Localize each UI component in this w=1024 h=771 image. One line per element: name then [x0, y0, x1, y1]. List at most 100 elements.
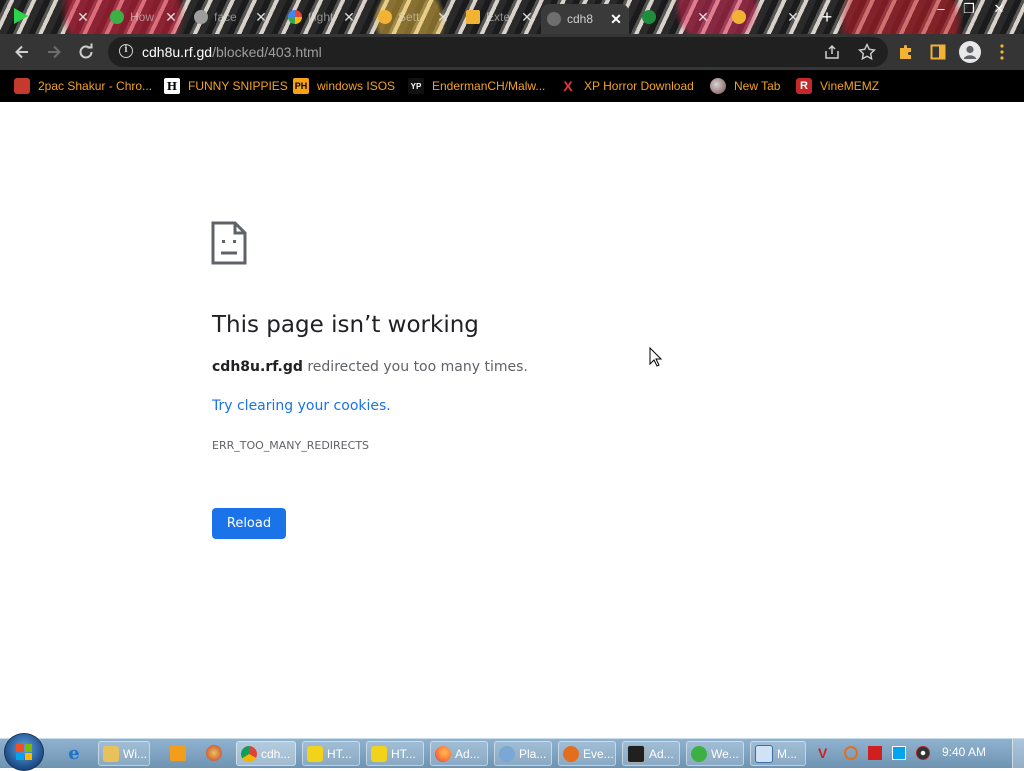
close-tab-icon[interactable]: ✕ — [76, 9, 90, 26]
tab-favicon-icon — [110, 10, 124, 24]
back-button[interactable] — [10, 40, 34, 64]
tab-title: Sett — [398, 10, 420, 24]
taskbar-item-label: Wi... — [123, 746, 147, 761]
tab-1[interactable]: ✕ — [34, 4, 96, 30]
address-bar[interactable]: i cdh8u.rf.gd/blocked/403.html — [108, 37, 888, 67]
taskbar-item-cmd[interactable]: Ad... — [622, 741, 680, 766]
taskbar-item-label: HT... — [391, 746, 416, 761]
url-path: /blocked/403.html — [212, 44, 322, 60]
tab-strip: ✕ How ✕ face ✕ flight ✕ Sett ✕ Exte ✕ cd… — [0, 0, 1024, 34]
error-message-text: redirected you too many times. — [307, 359, 528, 375]
sad-document-icon — [211, 221, 247, 265]
x-logo-icon: X — [563, 78, 573, 94]
bookmark-xp-horror[interactable]: X XP Horror Download — [560, 76, 694, 96]
tab-9[interactable]: ✕ — [726, 4, 806, 30]
media-player-icon[interactable] — [170, 745, 186, 761]
new-tab-button[interactable]: + — [814, 4, 840, 30]
forward-button[interactable] — [42, 40, 66, 64]
tab-8[interactable]: ✕ — [636, 4, 716, 30]
taskbar-item-help-1[interactable]: HT... — [302, 741, 360, 766]
taskbar-item-player[interactable]: Pla... — [494, 741, 552, 766]
error-message: cdh8u.rf.gd redirected you too many time… — [212, 359, 528, 375]
taskbar-item-label: Ad... — [455, 746, 480, 761]
close-tab-icon[interactable]: ✕ — [609, 11, 623, 28]
tab-5[interactable]: Sett ✕ — [372, 4, 456, 30]
bookmark-2pac-shakur[interactable]: 2pac Shakur - Chro... — [14, 76, 152, 96]
close-tab-icon[interactable]: ✕ — [520, 9, 534, 26]
window-icon — [755, 744, 773, 763]
close-tab-icon[interactable]: ✕ — [696, 9, 710, 26]
site-info-icon[interactable]: i — [119, 44, 133, 58]
taskbar-item-window[interactable]: M... — [750, 741, 806, 766]
bookmark-windows-isos[interactable]: PH windows ISOS — [293, 76, 395, 96]
tab-2[interactable]: How ✕ — [104, 4, 184, 30]
ph-logo-icon: PH — [293, 78, 309, 94]
bookmark-label: FUNNY SNIPPIES — [188, 79, 288, 93]
bookmark-funny-snippies[interactable]: H FUNNY SNIPPIES — [164, 76, 288, 96]
tab-4[interactable]: flight ✕ — [282, 4, 362, 30]
taskbar-item-event-viewer[interactable]: Eve... — [558, 741, 616, 766]
show-desktop-button[interactable] — [1012, 739, 1024, 769]
side-panel-icon — [930, 44, 946, 60]
extensions-button[interactable] — [894, 40, 918, 64]
tray-volume-icon[interactable] — [916, 746, 930, 760]
h-logo-icon: H — [164, 78, 180, 94]
share-icon[interactable] — [824, 44, 840, 60]
bookmark-new-tab[interactable]: New Tab — [710, 76, 780, 96]
tray-search-icon[interactable] — [844, 746, 858, 760]
settings-gear-icon — [378, 10, 392, 24]
chrome-menu-icon[interactable] — [14, 8, 28, 24]
taskbar-item-chrome[interactable]: cdh... — [236, 741, 296, 766]
tray-network-icon[interactable] — [892, 746, 906, 760]
maximize-button[interactable]: ❐ — [954, 0, 984, 18]
taskbar-clock[interactable]: 9:40 AM — [942, 745, 986, 759]
bookmark-star-icon[interactable] — [858, 43, 876, 61]
address-url[interactable]: cdh8u.rf.gd/blocked/403.html — [142, 44, 322, 60]
bookmark-vinememz[interactable]: R VineMEMZ — [796, 76, 879, 96]
tray-flag-icon[interactable] — [868, 746, 882, 760]
reload-button[interactable]: Reload — [212, 508, 286, 539]
clear-cookies-link[interactable]: Try clearing your cookies. — [212, 398, 391, 414]
player-icon — [499, 745, 515, 762]
tab-title: Exte — [486, 10, 511, 24]
tab-3[interactable]: face ✕ — [188, 4, 274, 30]
taskbar-item-label: We... — [711, 746, 739, 761]
tray-v-icon[interactable]: V — [818, 746, 832, 760]
reload-page-button[interactable] — [74, 40, 98, 64]
tab-title: How — [130, 10, 155, 24]
error-host: cdh8u.rf.gd — [212, 359, 303, 375]
folder-icon — [103, 745, 119, 762]
close-tab-icon[interactable]: ✕ — [164, 9, 178, 26]
bookmark-label: 2pac Shakur - Chro... — [38, 79, 153, 93]
bookmarks-bar: 2pac Shakur - Chro... H FUNNY SNIPPIES P… — [0, 70, 1024, 102]
windows-taskbar: e Wi... cdh... HT... HT... Ad... Pla... … — [0, 733, 1024, 771]
taskbar-item-web[interactable]: We... — [686, 741, 744, 766]
close-tab-icon[interactable]: ✕ — [342, 9, 356, 26]
tab-active[interactable]: cdh8 ✕ — [541, 4, 629, 34]
start-button[interactable] — [4, 733, 44, 771]
close-tab-icon[interactable]: ✕ — [436, 9, 450, 26]
taskbar-item-windows-explorer[interactable]: Wi... — [98, 741, 150, 766]
forward-arrow-icon — [48, 45, 61, 59]
bookmark-endermanch[interactable]: YP EndermanCH/Malw... — [408, 76, 545, 96]
url-host: cdh8u.rf.gd — [142, 44, 213, 60]
tab-favicon-icon — [732, 10, 746, 24]
taskbar-item-label: HT... — [327, 746, 352, 761]
chrome-icon — [241, 745, 257, 762]
tab-title: flight — [308, 10, 334, 24]
close-window-button[interactable]: ✕ — [984, 0, 1014, 18]
minimize-button[interactable]: – — [926, 0, 956, 18]
taskbar-item-help-2[interactable]: HT... — [366, 741, 424, 766]
close-tab-icon[interactable]: ✕ — [254, 9, 268, 26]
menu-button[interactable] — [990, 40, 1014, 64]
avatar-icon — [959, 41, 981, 63]
tab-6[interactable]: Exte ✕ — [460, 4, 540, 30]
side-panel-button[interactable] — [926, 40, 950, 64]
internet-explorer-icon[interactable]: e — [64, 744, 84, 764]
profile-button[interactable] — [958, 40, 982, 64]
close-tab-icon[interactable]: ✕ — [786, 9, 800, 26]
tab-favicon-icon — [547, 12, 561, 26]
taskbar-item-firefox[interactable]: Ad... — [430, 741, 488, 766]
taskbar-item-label: Eve... — [583, 746, 614, 761]
paint-icon[interactable] — [206, 745, 222, 761]
